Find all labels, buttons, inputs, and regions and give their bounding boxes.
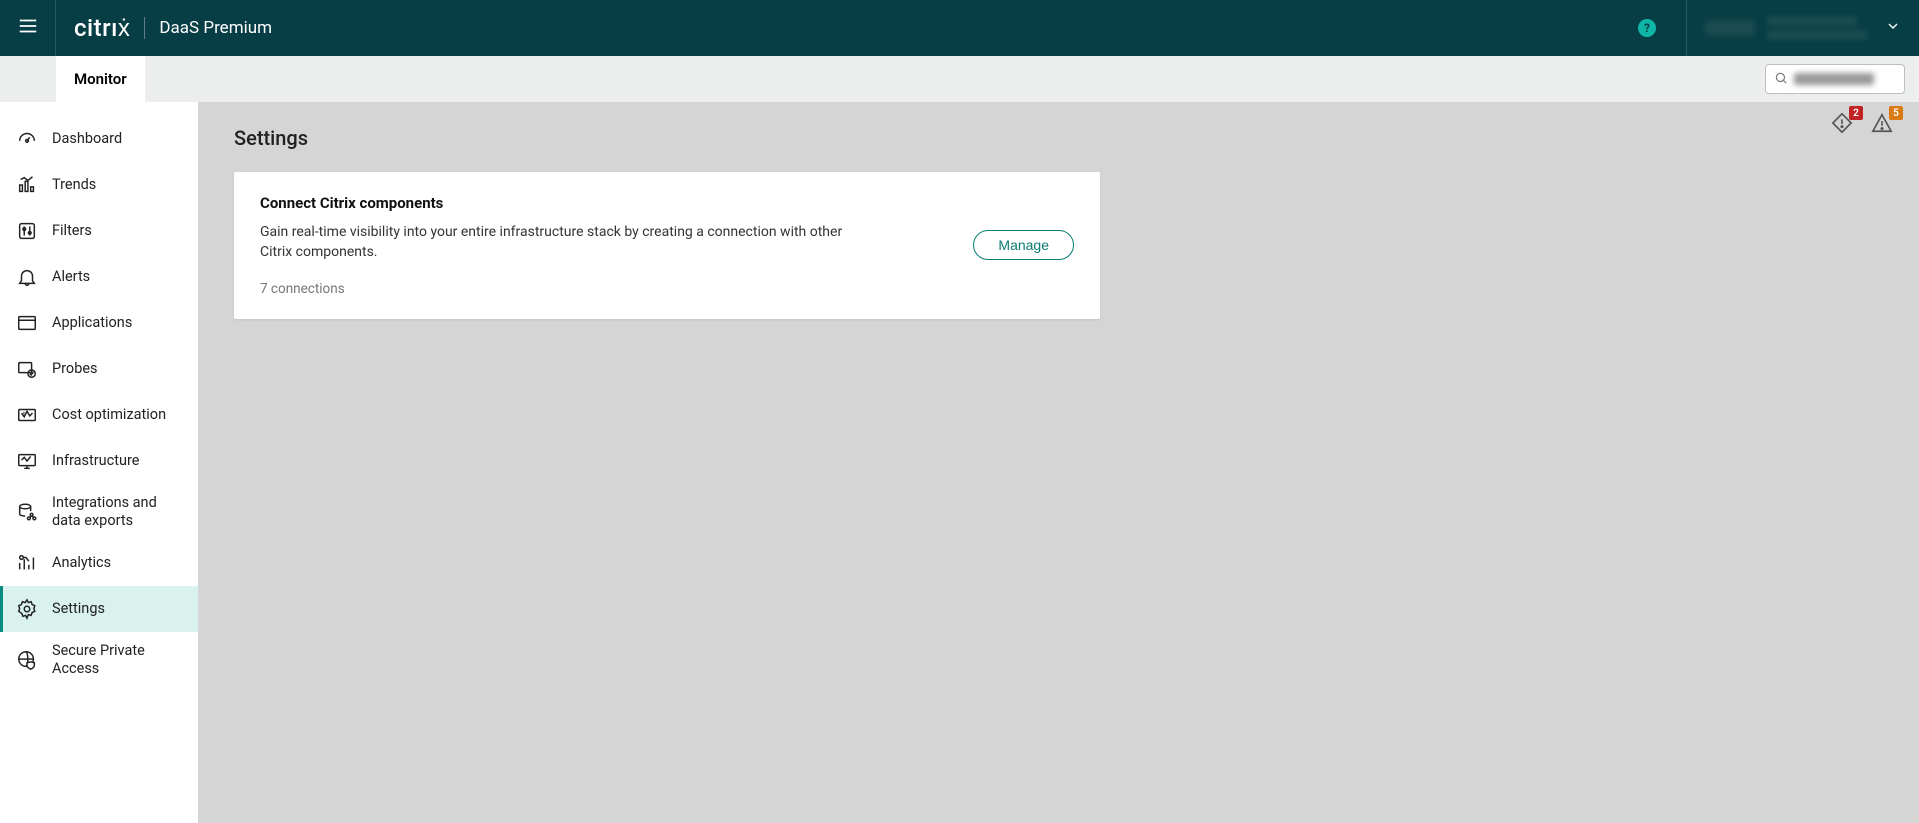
help-icon: ?: [1644, 21, 1650, 35]
card-connections-count: 7 connections: [260, 281, 860, 297]
probe-icon: [16, 358, 38, 380]
globe-shield-icon: [16, 649, 38, 671]
critical-badge: 2: [1849, 106, 1863, 120]
svg-text:$: $: [22, 411, 25, 418]
brand-area: citrıẋ DaaS Premium: [56, 14, 290, 43]
search-icon: [1774, 70, 1788, 89]
page-title: Settings: [234, 126, 1883, 150]
sidebar-item-label: Dashboard: [52, 130, 122, 148]
tab-label: Monitor: [74, 70, 127, 88]
alerts-indicators: 2 5: [1831, 112, 1893, 138]
warning-badge: 5: [1889, 106, 1903, 120]
sub-header: Monitor: [0, 56, 1919, 102]
manage-button[interactable]: Manage: [973, 230, 1074, 260]
gauge-icon: [16, 128, 38, 150]
monitor-icon: [16, 450, 38, 472]
alert-triangle-icon: [1871, 119, 1893, 138]
sidebar-item-label: Filters: [52, 222, 92, 240]
sidebar-item-alerts[interactable]: Alerts: [0, 254, 198, 300]
sidebar-item-integrations[interactable]: Integrations and data exports: [0, 484, 198, 540]
sidebar-item-label: Integrations and data exports: [52, 494, 182, 530]
sidebar-item-label: Applications: [52, 314, 132, 332]
analytics-icon: [16, 552, 38, 574]
content-area: 2 5 Settings Connect Citrix components G…: [198, 102, 1919, 823]
sliders-icon: [16, 220, 38, 242]
user-info-redacted: [1767, 16, 1867, 40]
sidebar-item-analytics[interactable]: Analytics: [0, 540, 198, 586]
cost-icon: $: [16, 404, 38, 426]
sidebar-item-label: Infrastructure: [52, 452, 139, 470]
card-title: Connect Citrix components: [260, 194, 860, 212]
sidebar-item-dashboard[interactable]: Dashboard: [0, 116, 198, 162]
brand-divider: [144, 17, 145, 39]
card-body: Connect Citrix components Gain real-time…: [260, 194, 860, 297]
help-button[interactable]: ?: [1638, 19, 1656, 37]
window-icon: [16, 312, 38, 334]
search-box[interactable]: [1765, 64, 1905, 94]
connect-components-card: Connect Citrix components Gain real-time…: [234, 172, 1100, 319]
database-share-icon: [16, 501, 38, 523]
product-name: DaaS Premium: [159, 18, 272, 38]
sidebar: Dashboard Trends Filters Alerts Applicat…: [0, 102, 198, 823]
sidebar-item-label: Analytics: [52, 554, 111, 572]
sidebar-item-settings[interactable]: Settings: [0, 586, 198, 632]
hamburger-icon: [17, 15, 39, 41]
sidebar-item-infrastructure[interactable]: Infrastructure: [0, 438, 198, 484]
brand-logo: citrıẋ: [74, 14, 130, 43]
search-placeholder-redacted: [1794, 73, 1874, 85]
top-header: citrıẋ DaaS Premium ?: [0, 0, 1919, 56]
sidebar-item-secure-private-access[interactable]: Secure Private Access: [0, 632, 198, 688]
sidebar-item-cost-optimization[interactable]: $ Cost optimization: [0, 392, 198, 438]
sidebar-item-label: Secure Private Access: [52, 642, 182, 678]
menu-toggle-button[interactable]: [0, 0, 56, 56]
bell-icon: [16, 266, 38, 288]
sidebar-item-label: Settings: [52, 600, 105, 618]
account-menu[interactable]: [1686, 0, 1919, 56]
gear-icon: [16, 598, 38, 620]
sidebar-item-probes[interactable]: Probes: [0, 346, 198, 392]
sidebar-item-label: Alerts: [52, 268, 90, 286]
sidebar-item-label: Probes: [52, 360, 98, 378]
sidebar-item-trends[interactable]: Trends: [0, 162, 198, 208]
org-label-redacted: [1705, 20, 1755, 36]
main-layout: Dashboard Trends Filters Alerts Applicat…: [0, 102, 1919, 823]
tab-monitor[interactable]: Monitor: [56, 56, 145, 102]
sidebar-item-label: Trends: [52, 176, 96, 194]
chevron-down-icon: [1885, 18, 1901, 38]
card-description: Gain real-time visibility into your enti…: [260, 222, 860, 263]
sidebar-item-label: Cost optimization: [52, 406, 166, 424]
warning-alerts-button[interactable]: 5: [1871, 112, 1893, 138]
bar-chart-icon: [16, 174, 38, 196]
sidebar-item-filters[interactable]: Filters: [0, 208, 198, 254]
sidebar-item-applications[interactable]: Applications: [0, 300, 198, 346]
critical-alerts-button[interactable]: 2: [1831, 112, 1853, 138]
alert-diamond-icon: [1831, 119, 1853, 138]
